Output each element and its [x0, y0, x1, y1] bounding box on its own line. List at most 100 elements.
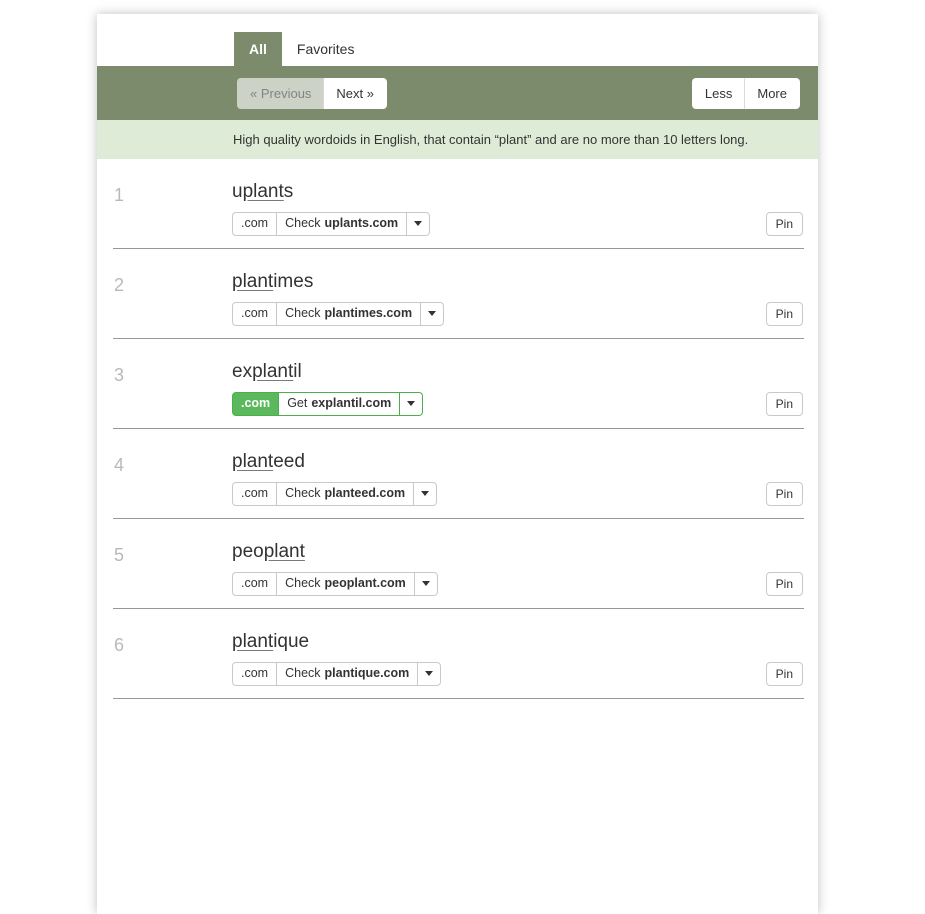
row-actions: .com Get explantil.com Pin: [232, 392, 803, 416]
domain-name-label: planteed.com: [325, 487, 406, 501]
wordoid-link[interactable]: peoplant: [232, 541, 305, 563]
result-number: 6: [114, 635, 124, 656]
pin-button[interactable]: Pin: [766, 662, 803, 686]
pin-button[interactable]: Pin: [766, 392, 803, 416]
word-match: plant: [232, 271, 273, 292]
word-match: plant: [264, 541, 305, 562]
wordoid-link[interactable]: planteed: [232, 451, 305, 473]
result-row: 6 plantique .com Check plantique.com Pin: [97, 609, 818, 699]
caret-down-icon: [425, 671, 433, 676]
word-match: plant: [252, 361, 293, 382]
tab-favorites[interactable]: Favorites: [282, 32, 370, 66]
domain-button-group: .com Check peoplant.com: [232, 572, 438, 596]
pagination-toolbar: « Previous Next » Less More: [97, 66, 818, 120]
domain-button-group: .com Check plantique.com: [232, 662, 441, 686]
tld-badge[interactable]: .com: [232, 482, 277, 506]
result-row: 4 planteed .com Check planteed.com Pin: [97, 429, 818, 519]
domain-action-label: Check: [285, 577, 320, 591]
domain-name-label: explantil.com: [311, 397, 391, 411]
result-number: 1: [114, 185, 124, 206]
row-actions: .com Check uplants.com Pin: [232, 212, 803, 236]
more-button[interactable]: More: [745, 78, 800, 109]
domain-action-label: Get: [287, 397, 307, 411]
tabs-header: All Favorites: [97, 14, 818, 66]
result-row: 1 uplants .com Check uplants.com Pin: [97, 159, 818, 249]
next-page-button[interactable]: Next »: [324, 78, 387, 109]
search-criteria-text: High quality wordoids in English, that c…: [233, 132, 748, 147]
check-domain-button[interactable]: Get explantil.com: [279, 392, 400, 416]
domain-button-group: .com Check planteed.com: [232, 482, 437, 506]
domain-action-label: Check: [285, 487, 320, 501]
tld-badge[interactable]: .com: [232, 662, 277, 686]
result-row: 3 explantil .com Get explantil.com Pin: [97, 339, 818, 429]
word-prefix: u: [232, 181, 243, 202]
domain-dropdown-button[interactable]: [415, 572, 438, 596]
result-row: 2 plantimes .com Check plantimes.com Pin: [97, 249, 818, 339]
word-prefix: ex: [232, 361, 252, 382]
wordoid-link[interactable]: plantimes: [232, 271, 313, 293]
tld-badge[interactable]: .com: [232, 392, 279, 416]
result-number: 3: [114, 365, 124, 386]
domain-name-label: uplants.com: [325, 217, 399, 231]
pin-button[interactable]: Pin: [766, 482, 803, 506]
caret-down-icon: [414, 221, 422, 226]
check-domain-button[interactable]: Check plantique.com: [277, 662, 418, 686]
domain-name-label: plantique.com: [325, 667, 410, 681]
word-suffix: eed: [273, 451, 305, 472]
word-prefix: peo: [232, 541, 264, 562]
check-domain-button[interactable]: Check uplants.com: [277, 212, 407, 236]
results-list: 1 uplants .com Checkuplants.com Pin 2 pl…: [97, 159, 818, 699]
wordoid-link[interactable]: uplants: [232, 181, 293, 203]
tld-badge[interactable]: .com: [232, 212, 277, 236]
caret-down-icon: [407, 401, 415, 406]
domain-dropdown-button[interactable]: [407, 212, 430, 236]
check-domain-button[interactable]: Check planteed.com: [277, 482, 414, 506]
word-suffix: imes: [273, 271, 313, 292]
less-more-button-group: Less More: [692, 78, 800, 109]
domain-button-group: .com Check uplants.com: [232, 212, 430, 236]
word-suffix: il: [293, 361, 301, 382]
word-match: plant: [232, 631, 273, 652]
caret-down-icon: [422, 581, 430, 586]
result-row: 5 peoplant .com Check peoplant.com Pin: [97, 519, 818, 609]
word-match: plant: [243, 181, 284, 202]
tld-badge[interactable]: .com: [232, 302, 277, 326]
pin-button[interactable]: Pin: [766, 302, 803, 326]
wordoid-link[interactable]: plantique: [232, 631, 309, 653]
result-number: 2: [114, 275, 124, 296]
row-actions: .com Check plantimes.com Pin: [232, 302, 803, 326]
less-button[interactable]: Less: [692, 78, 745, 109]
domain-name-label: plantimes.com: [325, 307, 413, 321]
word-suffix: s: [284, 181, 294, 202]
domain-dropdown-button[interactable]: [400, 392, 423, 416]
search-criteria-banner: High quality wordoids in English, that c…: [97, 120, 818, 159]
row-actions: .com Check planteed.com Pin: [232, 482, 803, 506]
wordoid-link[interactable]: explantil: [232, 361, 302, 383]
pin-button[interactable]: Pin: [766, 212, 803, 236]
previous-page-button[interactable]: « Previous: [237, 78, 324, 109]
domain-action-label: Check: [285, 217, 320, 231]
check-domain-button[interactable]: Check plantimes.com: [277, 302, 421, 326]
row-actions: .com Check peoplant.com Pin: [232, 572, 803, 596]
caret-down-icon: [428, 311, 436, 316]
word-suffix: ique: [273, 631, 309, 652]
domain-button-group: .com Get explantil.com: [232, 392, 423, 416]
pagination-button-group: « Previous Next »: [237, 78, 387, 109]
word-match: plant: [232, 451, 273, 472]
domain-button-group: .com Check plantimes.com: [232, 302, 444, 326]
wordoid-results-panel: All Favorites « Previous Next » Less Mor…: [97, 14, 818, 914]
tld-badge[interactable]: .com: [232, 572, 277, 596]
tab-all[interactable]: All: [234, 32, 282, 66]
domain-dropdown-button[interactable]: [414, 482, 437, 506]
domain-action-label: Check: [285, 307, 320, 321]
domain-dropdown-button[interactable]: [418, 662, 441, 686]
pin-button[interactable]: Pin: [766, 572, 803, 596]
domain-name-label: peoplant.com: [325, 577, 406, 591]
domain-dropdown-button[interactable]: [421, 302, 444, 326]
result-number: 5: [114, 545, 124, 566]
row-actions: .com Check plantique.com Pin: [232, 662, 803, 686]
caret-down-icon: [421, 491, 429, 496]
result-number: 4: [114, 455, 124, 476]
check-domain-button[interactable]: Check peoplant.com: [277, 572, 415, 596]
domain-action-label: Check: [285, 667, 320, 681]
